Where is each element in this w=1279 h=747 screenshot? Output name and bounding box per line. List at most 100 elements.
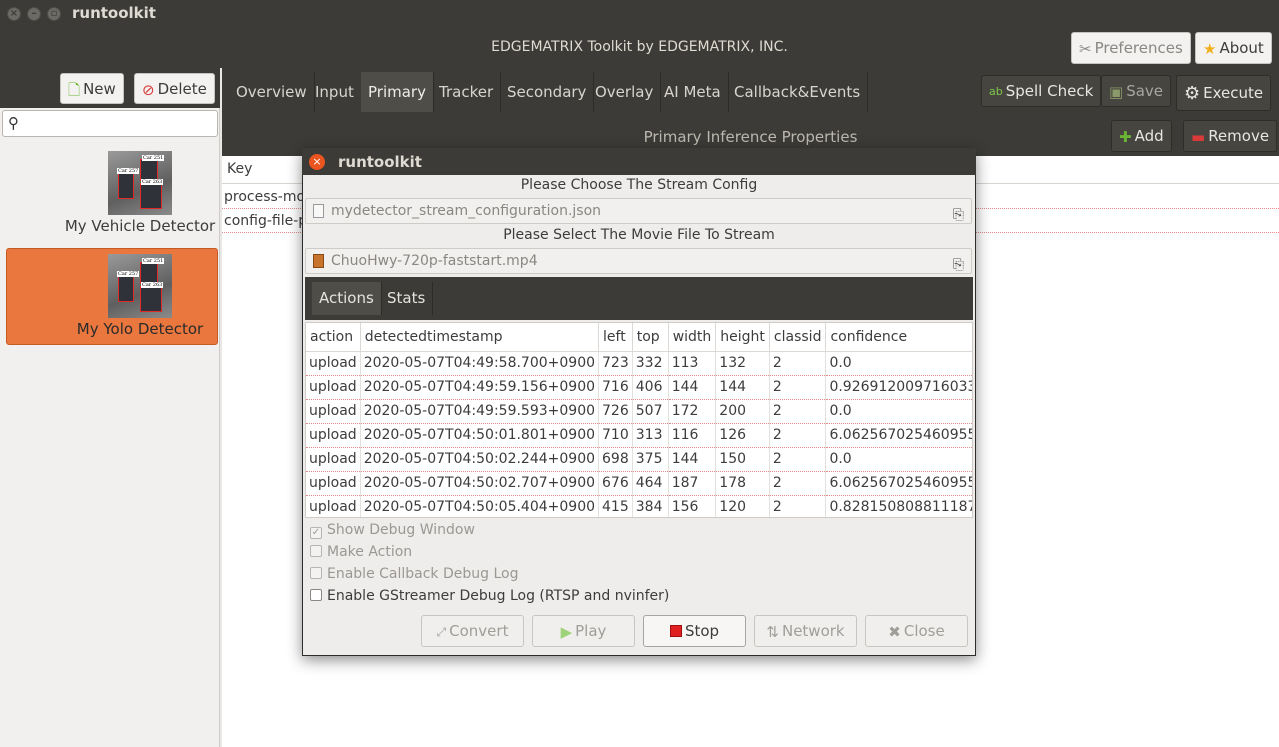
- sidebar-item-vehicle-detector[interactable]: My Vehicle Detector: [30, 217, 250, 235]
- show-debug-window-checkbox[interactable]: ✓ Show Debug Window: [310, 522, 475, 539]
- network-label: Network: [781, 622, 845, 640]
- table-row[interactable]: upload 2020-05-07T04:50:05.404+0900 415 384…: [306, 495, 972, 517]
- plus-icon: ✚: [1119, 127, 1132, 146]
- table-cell: 126: [715, 423, 770, 448]
- table-cell: 507: [632, 399, 669, 424]
- tab-actions[interactable]: Actions: [312, 282, 382, 315]
- tab-primary[interactable]: Primary: [361, 72, 434, 112]
- tab-overlay[interactable]: Overlay: [588, 72, 662, 112]
- save-button[interactable]: ▣ Save: [1101, 75, 1172, 107]
- table-cell: 464: [632, 471, 669, 496]
- add-button[interactable]: ✚ Add: [1111, 120, 1172, 152]
- table-cell: 2: [769, 423, 827, 448]
- table-cell: 2020-05-07T04:50:01.801+0900: [360, 423, 600, 448]
- table-row[interactable]: upload 2020-05-07T04:50:02.244+0900 698 375…: [306, 447, 972, 472]
- tab-tracker[interactable]: Tracker: [432, 72, 502, 112]
- close-icon: ✖: [888, 622, 901, 641]
- convert-icon: ⤢: [436, 624, 447, 639]
- table-cell: 415: [598, 495, 633, 517]
- table-cell: 2: [769, 375, 827, 400]
- stream-config-chooser[interactable]: mydetector_stream_configuration.json ⎘: [305, 198, 972, 224]
- table-row[interactable]: upload 2020-05-07T04:49:58.700+0900 723 332…: [306, 351, 972, 376]
- column-header[interactable]: confidence: [825, 323, 972, 352]
- tab-ai-meta[interactable]: AI Meta: [657, 72, 729, 112]
- preferences-button[interactable]: ✂ Preferences: [1071, 32, 1191, 64]
- table-cell: 313: [632, 423, 669, 448]
- play-button[interactable]: ▶ Play: [532, 615, 635, 647]
- table-cell: 2020-05-07T04:50:02.707+0900: [360, 471, 600, 496]
- column-header[interactable]: left: [598, 323, 633, 352]
- execute-label: Execute: [1203, 84, 1264, 102]
- table-cell: 716: [598, 375, 633, 400]
- film-icon: [313, 254, 324, 268]
- checkbox-label: Show Debug Window: [327, 522, 475, 538]
- stop-button[interactable]: Stop: [643, 615, 746, 647]
- table-row[interactable]: upload 2020-05-07T04:49:59.156+0900 716 406…: [306, 375, 972, 400]
- window-maximize-icon[interactable]: ▫: [47, 7, 61, 21]
- table-cell: 150: [715, 447, 770, 472]
- column-header[interactable]: top: [632, 323, 669, 352]
- actions-table: action detectedtimestamp left top width …: [305, 322, 973, 518]
- convert-button[interactable]: ⤢ Convert: [421, 615, 524, 647]
- table-cell: 6.062567025460955e+22: [825, 471, 972, 496]
- checkbox-label: Make Action: [327, 544, 413, 560]
- tab-input[interactable]: Input: [308, 72, 362, 112]
- convert-label: Convert: [449, 622, 509, 640]
- movie-file-label: Please Select The Movie File To Stream: [503, 227, 775, 243]
- tab-overview[interactable]: Overview: [229, 72, 315, 112]
- stream-config-label: Please Choose The Stream Config: [520, 177, 758, 193]
- checkbox-label: Enable GStreamer Debug Log (RTSP and nvi…: [327, 588, 670, 604]
- search-input[interactable]: [2, 110, 218, 137]
- table-cell: 200: [715, 399, 770, 424]
- table-cell: 0.0: [825, 447, 972, 472]
- new-button[interactable]: 🗋 New: [60, 73, 124, 104]
- delete-button[interactable]: ⊘ Delete: [134, 73, 215, 104]
- table-cell: upload: [306, 495, 361, 517]
- open-file-icon[interactable]: ⎘: [953, 203, 964, 227]
- column-header[interactable]: detectedtimestamp: [360, 323, 600, 352]
- window-close-icon[interactable]: ×: [7, 7, 21, 21]
- tab-callback-events[interactable]: Callback&Events: [727, 72, 869, 112]
- table-cell: 406: [632, 375, 669, 400]
- table-cell: upload: [306, 375, 361, 400]
- table-cell: 2020-05-07T04:49:59.156+0900: [360, 375, 600, 400]
- column-header[interactable]: action: [306, 323, 361, 352]
- execute-button[interactable]: ⚙ Execute: [1176, 75, 1272, 111]
- close-button[interactable]: ✖ Close: [865, 615, 968, 647]
- network-icon: ⇅: [766, 622, 779, 641]
- about-button[interactable]: ★ About: [1195, 32, 1272, 64]
- remove-button[interactable]: ▬ Remove: [1183, 120, 1278, 152]
- table-cell: 0.0: [825, 351, 972, 376]
- close-label: Close: [903, 622, 945, 640]
- table-cell: 676: [598, 471, 633, 496]
- file-icon: [313, 204, 324, 218]
- table-row[interactable]: upload 2020-05-07T04:50:02.707+0900 676 464…: [306, 471, 972, 496]
- table-cell: 332: [632, 351, 669, 376]
- tab-stats[interactable]: Stats: [380, 282, 434, 315]
- make-action-checkbox[interactable]: Make Action: [310, 544, 412, 560]
- column-header[interactable]: classid: [769, 323, 827, 352]
- table-cell: 116: [668, 423, 717, 448]
- tab-secondary[interactable]: Secondary: [500, 72, 595, 112]
- column-header[interactable]: height: [715, 323, 770, 352]
- table-cell: 178: [715, 471, 770, 496]
- table-row[interactable]: upload 2020-05-07T04:50:01.801+0900 710 313…: [306, 423, 972, 448]
- column-header[interactable]: width: [668, 323, 717, 352]
- table-cell: 2: [769, 495, 827, 517]
- gstreamer-debug-log-checkbox[interactable]: Enable GStreamer Debug Log (RTSP and nvi…: [310, 588, 669, 604]
- movie-file-chooser[interactable]: ChuoHwy-720p-faststart.mp4 ⎘: [305, 248, 972, 274]
- checkbox-box: ✓: [310, 527, 322, 539]
- play-icon: ▶: [560, 622, 573, 641]
- delete-icon: ⊘: [142, 80, 155, 99]
- window-minimize-icon[interactable]: –: [27, 7, 41, 21]
- table-row[interactable]: upload 2020-05-07T04:49:59.593+0900 726 507…: [306, 399, 972, 424]
- dialog-close-icon[interactable]: ×: [309, 154, 325, 170]
- gears-icon: ⚙: [1184, 82, 1201, 104]
- spell-check-button[interactable]: ab Spell Check: [981, 75, 1102, 107]
- open-file-icon[interactable]: ⎘: [953, 253, 964, 277]
- table-cell: 2020-05-07T04:49:58.700+0900: [360, 351, 600, 376]
- spell-check-label: Spell Check: [1005, 82, 1094, 100]
- key-header-label: Key: [227, 161, 253, 177]
- callback-debug-log-checkbox[interactable]: Enable Callback Debug Log: [310, 566, 519, 582]
- network-button[interactable]: ⇅ Network: [754, 615, 857, 647]
